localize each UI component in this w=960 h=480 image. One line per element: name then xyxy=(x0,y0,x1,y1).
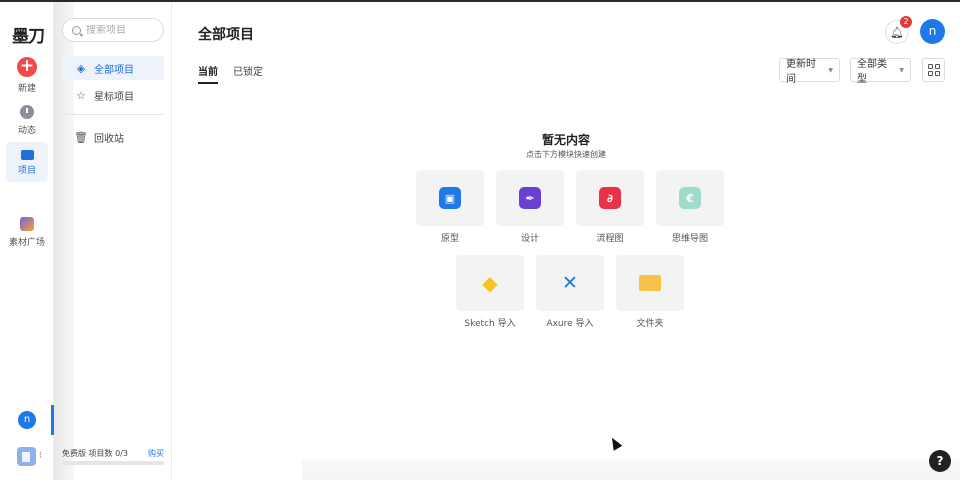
module-folder[interactable] xyxy=(616,255,684,311)
sidebar-item-all-projects[interactable]: ◈ 全部项目 xyxy=(62,56,164,80)
caret-down-icon: ▼ xyxy=(899,66,904,74)
bottom-shadow xyxy=(302,459,960,480)
star-icon: ☆ xyxy=(76,88,86,102)
layers-icon: ◈ xyxy=(76,61,86,75)
sidebar-item-label: 全部项目 xyxy=(94,64,134,76)
module-prototype[interactable]: ▣ xyxy=(416,170,484,226)
app-logo: 墨刀 xyxy=(12,27,45,47)
sidebar-item-label: 星标项目 xyxy=(94,91,134,103)
axure-icon: ✕ xyxy=(562,272,578,294)
mindmap-icon: € xyxy=(679,187,701,209)
empty-state-subtitle: 点击下方模块快速创建 xyxy=(526,150,606,159)
tab-current[interactable]: 当前 xyxy=(198,63,218,84)
sidebar-divider xyxy=(62,114,164,115)
caret-down-icon: ▼ xyxy=(828,66,833,74)
module-flowchart[interactable]: ∂ xyxy=(576,170,644,226)
folder-icon xyxy=(639,275,661,291)
organization-icon[interactable] xyxy=(17,447,36,466)
module-sketch-import[interactable]: ◆ xyxy=(456,255,524,311)
assets-icon xyxy=(20,217,34,231)
projects-label: 项目 xyxy=(17,166,36,176)
search-input[interactable] xyxy=(86,24,156,36)
module-axure-import[interactable]: ✕ xyxy=(536,255,604,311)
buy-link[interactable]: 购买 xyxy=(148,448,164,459)
rail-item-activity[interactable]: 动态 xyxy=(0,105,54,136)
search-icon xyxy=(72,25,81,35)
activity-label: 动态 xyxy=(17,126,36,136)
empty-state-title: 暂无内容 xyxy=(541,133,590,147)
type-value: 全部类型 xyxy=(857,59,887,85)
notification-badge: 2 xyxy=(900,16,912,28)
new-label: 新建 xyxy=(17,84,36,94)
plan-text: 免费版 项目数 0/3 xyxy=(62,449,128,458)
org-switch-icon[interactable]: ⁝ xyxy=(39,451,42,461)
module-design[interactable]: ✒ xyxy=(496,170,564,226)
tab-locked[interactable]: 已锁定 xyxy=(233,63,263,82)
module-mindmap[interactable]: € xyxy=(656,170,724,226)
sidebar-item-label: 回收站 xyxy=(94,133,124,145)
sort-dropdown[interactable]: 更新时间 ▼ xyxy=(779,58,840,85)
help-button[interactable]: ? xyxy=(929,450,951,472)
type-dropdown[interactable]: 全部类型 ▼ xyxy=(850,58,911,85)
sort-value: 更新时间 xyxy=(786,59,816,85)
assets-label: 素材广场 xyxy=(8,238,45,248)
prototype-icon: ▣ xyxy=(439,187,461,209)
sidebar-item-trash[interactable]: 🗑 回收站 xyxy=(62,125,164,149)
sidebar-item-starred[interactable]: ☆ 星标项目 xyxy=(62,83,164,107)
search-box[interactable] xyxy=(62,18,164,42)
clock-icon xyxy=(20,105,34,119)
mouse-cursor xyxy=(607,435,623,451)
new-button[interactable]: + 新建 xyxy=(0,57,54,94)
left-rail: 墨刀 + 新建 动态 项目 素材广场 n ⁝ xyxy=(0,2,54,480)
main-content: 全部项目 🔔︎ 2 n 当前 已锁定 更新时间 ▼ 全部类型 ▼ 暂无内容 点击… xyxy=(172,2,960,480)
module-label: 设计 xyxy=(520,234,539,244)
rail-item-assets[interactable]: 素材广场 xyxy=(0,217,54,248)
module-label: 流程图 xyxy=(596,234,624,244)
module-label: 思维导图 xyxy=(671,234,708,244)
grid-icon xyxy=(927,64,933,69)
project-sidebar: ◈ 全部项目 ☆ 星标项目 🗑 回收站 免费版 项目数 0/3 购买 xyxy=(54,2,172,480)
plan-info: 免费版 项目数 0/3 购买 xyxy=(62,448,164,459)
folder-icon xyxy=(20,150,34,160)
plan-usage-bar xyxy=(62,461,164,465)
bell-icon: 🔔︎ xyxy=(890,25,904,39)
module-label: Sketch 导入 xyxy=(464,319,516,329)
rail-item-projects[interactable]: 项目 xyxy=(6,142,48,182)
page-title: 全部项目 xyxy=(198,27,254,43)
module-label: Axure 导入 xyxy=(546,319,594,329)
user-avatar[interactable]: n xyxy=(920,19,945,44)
module-label: 文件夹 xyxy=(636,319,664,329)
rail-avatar[interactable]: n xyxy=(18,411,36,429)
sketch-icon: ◆ xyxy=(482,271,498,295)
design-pen-icon: ✒ xyxy=(519,187,541,209)
grid-view-button[interactable] xyxy=(922,58,945,82)
plus-icon: + xyxy=(17,57,37,77)
trash-icon: 🗑 xyxy=(74,130,88,144)
flowchart-icon: ∂ xyxy=(599,187,621,209)
module-label: 原型 xyxy=(440,234,459,244)
